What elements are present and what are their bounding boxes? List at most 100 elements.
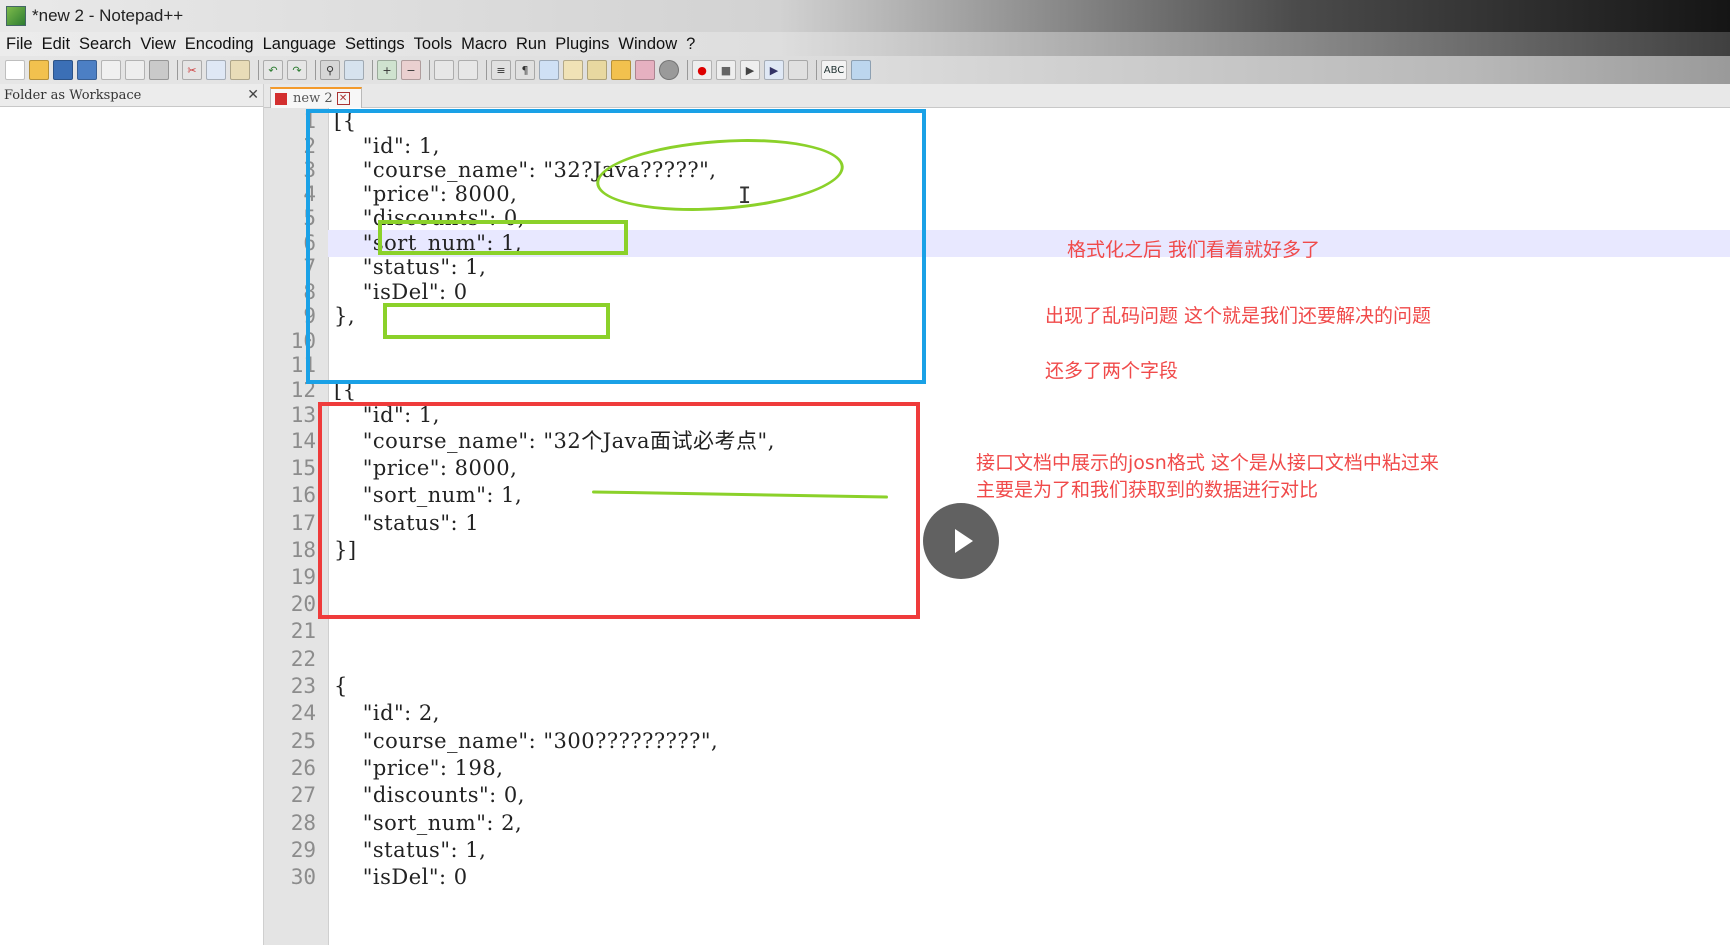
tab-close-icon[interactable]: ✕ [336, 92, 350, 105]
replace-icon[interactable] [344, 60, 364, 80]
code-line: "course_name": "32个Java面试必考点", [334, 429, 775, 453]
word-wrap-icon[interactable]: ≡ [491, 60, 511, 80]
toolbar-separator [177, 60, 178, 80]
plugin-icon[interactable] [659, 60, 679, 80]
folder-workspace-icon[interactable] [611, 60, 631, 80]
spellcheck-options-icon[interactable] [851, 60, 871, 80]
macro-play-icon[interactable]: ▶ [740, 60, 760, 80]
indent-guide-icon[interactable] [539, 60, 559, 80]
menu-macro[interactable]: Macro [461, 35, 507, 54]
sync-vertical-icon[interactable] [434, 60, 454, 80]
line-number: 5 [303, 206, 316, 230]
note-garbled: 出现了乱码问题 这个就是我们还要解决的问题 [1045, 305, 1432, 327]
code-line: "price": 8000, [334, 456, 518, 480]
menu-file[interactable]: File [6, 35, 33, 54]
save-icon[interactable] [53, 60, 73, 80]
function-list-icon[interactable] [587, 60, 607, 80]
line-number: 27 [290, 783, 316, 807]
tab-bar: new 2 ✕ [264, 84, 1730, 108]
toolbar-separator [315, 60, 316, 80]
toolbar-separator [486, 60, 487, 80]
close-icon[interactable] [101, 60, 121, 80]
menu-encoding[interactable]: Encoding [185, 35, 254, 54]
toolbar-separator [816, 60, 817, 80]
code-line: [{ [334, 109, 357, 133]
tab-label: new 2 [293, 91, 333, 106]
menu-language[interactable]: Language [263, 35, 336, 54]
doc-map-icon[interactable] [563, 60, 583, 80]
line-number: 15 [290, 456, 316, 480]
print-icon[interactable] [149, 60, 169, 80]
undo-icon[interactable]: ↶ [263, 60, 283, 80]
line-number: 22 [290, 647, 316, 671]
line-number: 16 [290, 483, 316, 507]
code-line: "status": 1, [334, 838, 487, 862]
copy-icon[interactable] [206, 60, 226, 80]
code-line: }, [334, 304, 356, 328]
show-all-chars-icon[interactable]: ¶ [515, 60, 535, 80]
menu-help[interactable]: ? [686, 35, 695, 54]
menu-view[interactable]: View [140, 35, 175, 54]
note-extra-fields: 还多了两个字段 [1045, 360, 1179, 382]
menu-edit[interactable]: Edit [42, 35, 70, 54]
zoom-out-icon[interactable]: − [401, 60, 421, 80]
paste-icon[interactable] [230, 60, 250, 80]
note-formatted: 格式化之后 我们看着就好多了 [1067, 239, 1321, 261]
code-line: { [334, 674, 348, 698]
code-line: "discounts": 0, [334, 206, 525, 230]
sync-horizontal-icon[interactable] [458, 60, 478, 80]
monitor-icon[interactable] [635, 60, 655, 80]
macro-run-multiple-icon[interactable]: ▶ [764, 60, 784, 80]
line-number: 3 [303, 158, 316, 182]
cut-icon[interactable]: ✂ [182, 60, 202, 80]
find-icon[interactable]: ⚲ [320, 60, 340, 80]
folder-as-workspace-panel: Folder as Workspace ✕ [0, 84, 264, 945]
code-line: [{ [334, 378, 357, 402]
menu-search[interactable]: Search [79, 35, 131, 54]
code-line: "id": 2, [334, 701, 440, 725]
line-number: 20 [290, 592, 316, 616]
code-line: "sort_num": 2, [334, 811, 523, 835]
line-number: 29 [290, 838, 316, 862]
macro-record-icon[interactable]: ● [692, 60, 712, 80]
line-number: 7 [303, 255, 316, 279]
line-number: 18 [290, 538, 316, 562]
zoom-in-icon[interactable]: + [377, 60, 397, 80]
spellcheck-icon[interactable]: ABC [821, 60, 847, 80]
macro-save-icon[interactable] [788, 60, 808, 80]
toolbar: ✂ ↶ ↷ ⚲ + − ≡ ¶ ● ■ ▶ ▶ ABC [0, 56, 1730, 84]
toolbar-separator [687, 60, 688, 80]
code-line: "isDel": 0 [334, 280, 468, 304]
line-number: 4 [303, 182, 316, 206]
line-number: 14 [290, 429, 316, 453]
redo-icon[interactable]: ↷ [287, 60, 307, 80]
close-all-icon[interactable] [125, 60, 145, 80]
save-all-icon[interactable] [77, 60, 97, 80]
menu-window[interactable]: Window [618, 35, 677, 54]
line-number: 2 [303, 134, 316, 158]
code-line: "sort_num": 1, [334, 483, 523, 507]
video-play-button[interactable] [923, 503, 999, 579]
line-number: 24 [290, 701, 316, 725]
menu-settings[interactable]: Settings [345, 35, 405, 54]
line-number: 9 [303, 304, 316, 328]
new-file-icon[interactable] [5, 60, 25, 80]
toolbar-separator [372, 60, 373, 80]
note-compare: 主要是为了和我们获取到的数据进行对比 [976, 479, 1319, 501]
menu-bar: File Edit Search View Encoding Language … [0, 32, 1730, 56]
line-number: 23 [290, 674, 316, 698]
tab-new-2[interactable]: new 2 ✕ [270, 87, 362, 108]
code-line: "course_name": "300?????????", [334, 729, 719, 753]
menu-tools[interactable]: Tools [414, 35, 453, 54]
open-file-icon[interactable] [29, 60, 49, 80]
line-number: 19 [290, 565, 316, 589]
line-number: 28 [290, 811, 316, 835]
line-number: 30 [290, 865, 316, 889]
line-number: 10 [290, 329, 316, 353]
editor-area[interactable]: 1 2 3 4 5 6 7 8 9 10 11 12 13 14 15 16 1… [264, 108, 1730, 945]
macro-stop-icon[interactable]: ■ [716, 60, 736, 80]
panel-header: Folder as Workspace ✕ [0, 84, 263, 107]
panel-close-icon[interactable]: ✕ [247, 87, 259, 103]
menu-run[interactable]: Run [516, 35, 546, 54]
menu-plugins[interactable]: Plugins [555, 35, 609, 54]
